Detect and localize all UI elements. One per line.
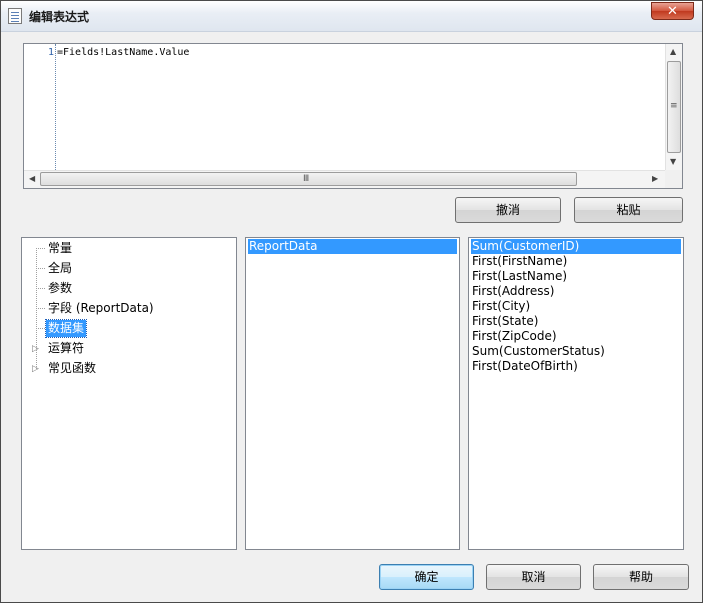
tree-connector: [36, 288, 45, 289]
help-button[interactable]: 帮助: [593, 564, 689, 590]
tree-item-operators[interactable]: 运算符: [46, 340, 86, 357]
ok-button[interactable]: 确定: [379, 564, 474, 590]
list-item[interactable]: Sum(CustomerID): [471, 239, 681, 254]
close-button[interactable]: ✕: [651, 2, 694, 20]
tree-connector: [36, 268, 45, 269]
list-item[interactable]: Sum(CustomerStatus): [471, 344, 681, 359]
line-number: 1: [47, 47, 54, 58]
tree-item-parameters[interactable]: 参数: [46, 280, 74, 297]
list-item[interactable]: First(LastName): [471, 269, 681, 284]
expression-editor[interactable]: 1 =Fields!LastName.Value ▲ ≡ ▼ ◀ Ⅲ ▶: [23, 43, 683, 189]
scroll-up-arrow-icon[interactable]: ▲: [670, 48, 676, 56]
document-icon: [8, 8, 22, 24]
scroll-right-arrow-icon[interactable]: ▶: [652, 175, 658, 183]
scrollbar-corner: [665, 170, 682, 188]
value-list[interactable]: Sum(CustomerID) First(FirstName) First(L…: [468, 237, 684, 550]
tree-item-constants[interactable]: 常量: [46, 240, 74, 257]
list-item[interactable]: First(ZipCode): [471, 329, 681, 344]
line-number-gutter: 1: [24, 44, 56, 170]
expand-triangle-icon[interactable]: ▷: [32, 365, 39, 374]
scroll-grip-icon: ≡: [670, 101, 678, 111]
scroll-grip-icon: Ⅲ: [303, 174, 310, 184]
scroll-down-arrow-icon[interactable]: ▼: [670, 158, 676, 166]
list-item-reportdata[interactable]: ReportData: [248, 239, 457, 254]
tree-connector: [36, 248, 45, 249]
horizontal-scrollbar[interactable]: ◀ Ⅲ ▶: [24, 170, 666, 188]
tree-item-fields[interactable]: 字段 (ReportData): [46, 300, 156, 317]
edit-expression-dialog: 编辑表达式 ✕ 1 =Fields!LastName.Value ▲ ≡ ▼ ◀…: [0, 0, 703, 603]
scroll-left-arrow-icon[interactable]: ◀: [29, 175, 35, 183]
window-title: 编辑表达式: [29, 10, 90, 24]
tree-item-globals[interactable]: 全局: [46, 260, 74, 277]
list-item[interactable]: First(State): [471, 314, 681, 329]
item-list[interactable]: ReportData: [245, 237, 460, 550]
list-item[interactable]: First(Address): [471, 284, 681, 299]
paste-button[interactable]: 粘贴: [574, 197, 683, 223]
tree-connector: [36, 308, 45, 309]
undo-button[interactable]: 撤消: [455, 197, 561, 223]
vertical-scrollbar[interactable]: ▲ ≡ ▼: [665, 44, 682, 170]
tree-item-datasets[interactable]: 数据集: [44, 319, 88, 338]
horizontal-scroll-thumb[interactable]: Ⅲ: [40, 172, 577, 186]
list-item[interactable]: First(City): [471, 299, 681, 314]
list-item[interactable]: First(FirstName): [471, 254, 681, 269]
cancel-button[interactable]: 取消: [486, 564, 581, 590]
category-tree[interactable]: 常量 全局 参数 字段 (ReportData) 数据集 ▷ 运算符 ▷ 常见函…: [21, 237, 237, 550]
list-item[interactable]: First(DateOfBirth): [471, 359, 681, 374]
vertical-scroll-thumb[interactable]: ≡: [667, 61, 681, 153]
expand-triangle-icon[interactable]: ▷: [32, 345, 39, 354]
expression-text[interactable]: =Fields!LastName.Value: [57, 47, 189, 58]
tree-item-common-functions[interactable]: 常见函数: [46, 360, 98, 377]
title-bar[interactable]: 编辑表达式 ✕: [1, 1, 702, 32]
tree-connector: [36, 328, 45, 329]
